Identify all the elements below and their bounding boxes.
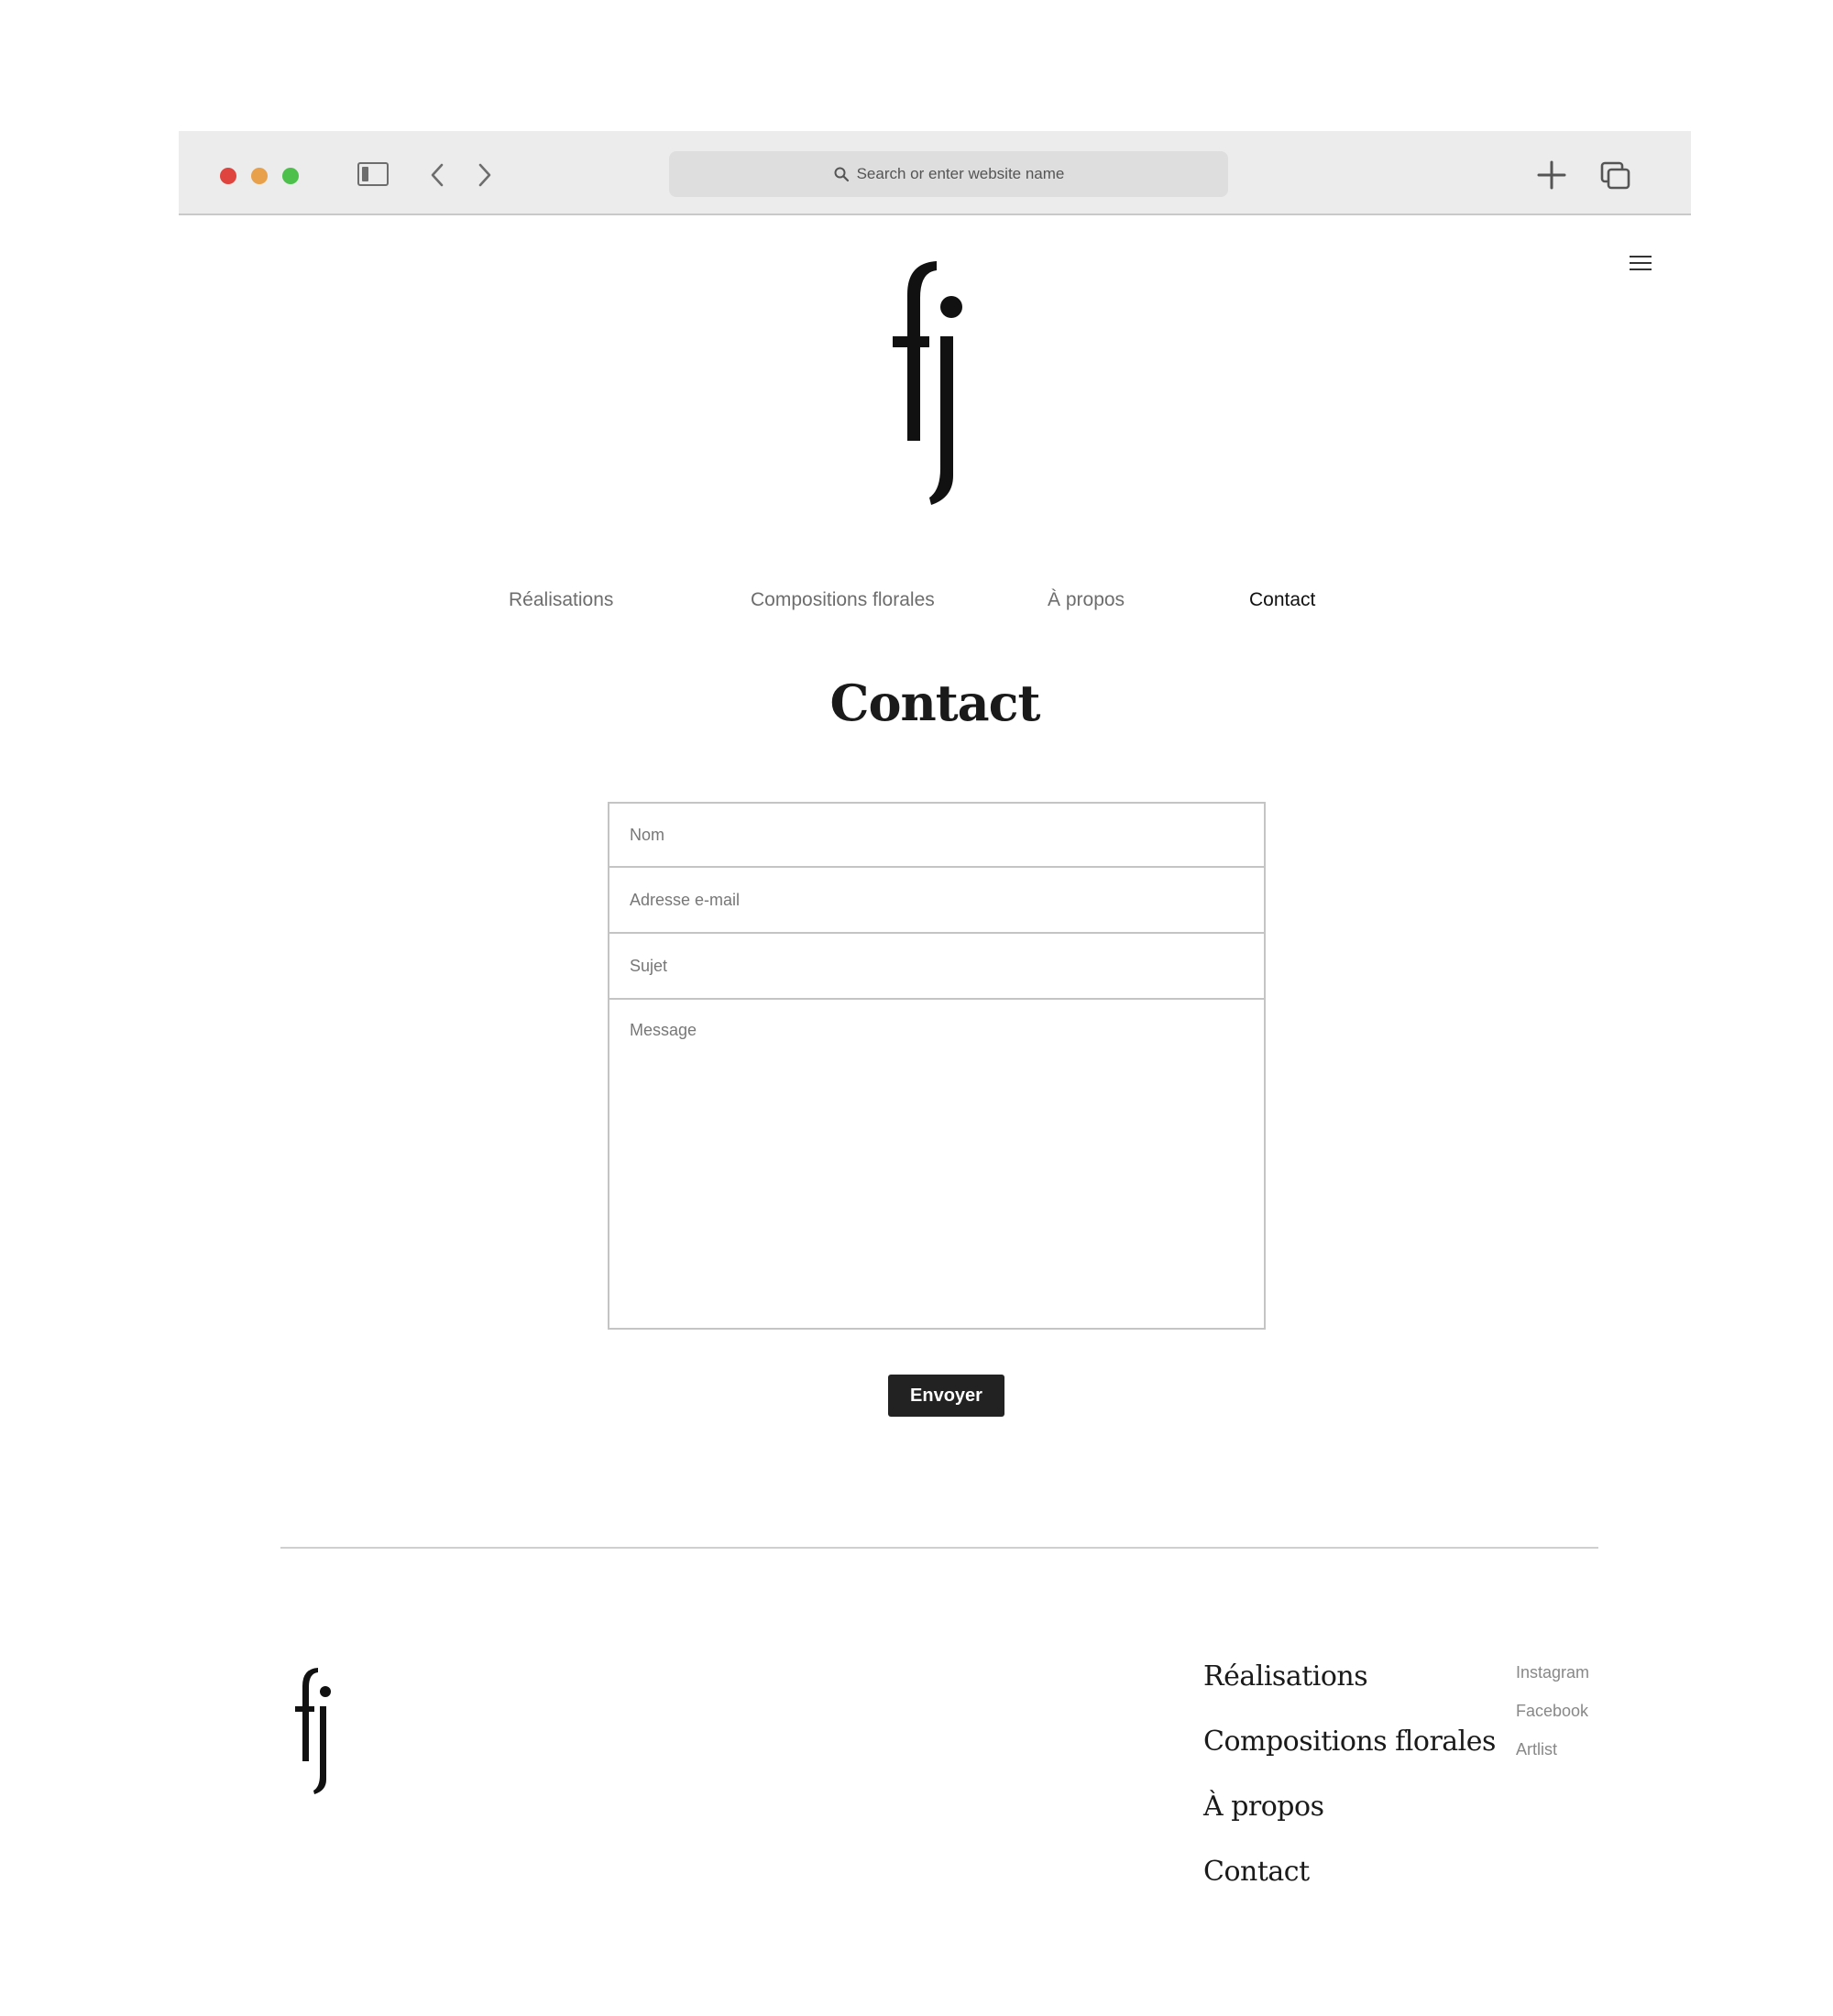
nav-link-a-propos[interactable]: À propos <box>1048 589 1125 611</box>
page-title: Contact <box>829 674 1040 732</box>
footer-nav: Réalisations Compositions florales À pro… <box>1203 1657 1496 1917</box>
address-bar[interactable]: Search or enter website name <box>669 151 1228 197</box>
social-links: Instagram Facebook Artlist <box>1516 1661 1589 1777</box>
footer-link-a-propos[interactable]: À propos <box>1203 1787 1496 1852</box>
site-logo[interactable] <box>889 257 971 505</box>
web-page: Réalisations Compositions florales À pro… <box>179 215 1691 1991</box>
nav-link-compositions-florales[interactable]: Compositions florales <box>751 589 935 611</box>
footer-divider <box>280 1547 1598 1549</box>
nav-link-realisations[interactable]: Réalisations <box>509 589 613 611</box>
nav-link-contact[interactable]: Contact <box>1249 589 1315 611</box>
footer-logo[interactable] <box>293 1666 335 1794</box>
facebook-link[interactable]: Facebook <box>1516 1700 1589 1738</box>
name-field[interactable] <box>609 804 1264 868</box>
new-tab-icon[interactable] <box>1535 159 1568 192</box>
forward-arrow-icon[interactable] <box>472 161 498 189</box>
message-field[interactable] <box>609 1001 1264 1328</box>
footer-link-compositions-florales[interactable]: Compositions florales <box>1203 1722 1496 1787</box>
footer-link-contact[interactable]: Contact <box>1203 1852 1496 1917</box>
artlist-link[interactable]: Artlist <box>1516 1738 1589 1777</box>
menu-icon[interactable] <box>1629 254 1652 272</box>
back-arrow-icon[interactable] <box>424 161 450 189</box>
browser-toolbar: Search or enter website name <box>179 131 1691 215</box>
sidebar-toggle-icon[interactable] <box>357 162 389 186</box>
tab-overview-icon[interactable] <box>1599 160 1632 192</box>
search-icon <box>834 167 849 182</box>
email-field[interactable] <box>609 869 1264 934</box>
minimize-window-button[interactable] <box>251 168 268 184</box>
main-nav: Réalisations Compositions florales À pro… <box>179 589 1691 626</box>
browser-window: Search or enter website name Réalisation… <box>179 131 1691 1991</box>
contact-form <box>608 802 1266 1330</box>
address-placeholder: Search or enter website name <box>856 165 1065 182</box>
send-button[interactable]: Envoyer <box>888 1375 1004 1417</box>
instagram-link[interactable]: Instagram <box>1516 1661 1589 1700</box>
subject-field[interactable] <box>609 935 1264 1000</box>
footer-link-realisations[interactable]: Réalisations <box>1203 1657 1496 1722</box>
zoom-window-button[interactable] <box>282 168 299 184</box>
close-window-button[interactable] <box>220 168 236 184</box>
